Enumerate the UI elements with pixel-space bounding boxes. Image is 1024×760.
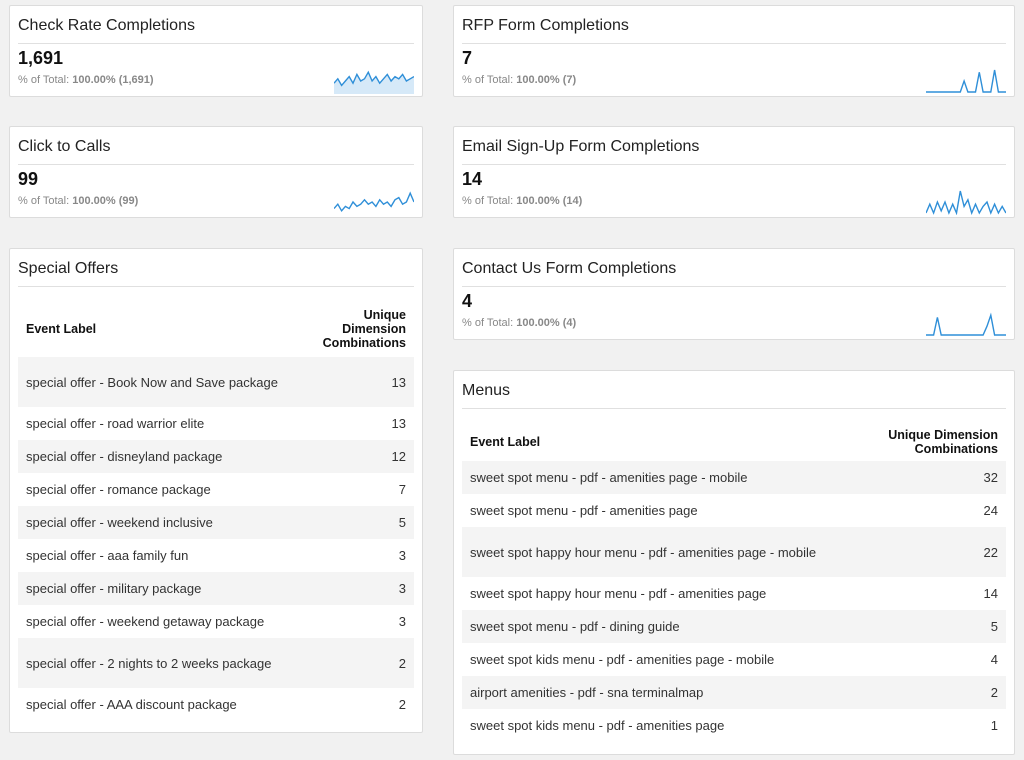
row-value: 7 — [398, 482, 406, 497]
metric-title: Click to Calls — [18, 137, 414, 165]
row-event-label: sweet spot menu - pdf - amenities page -… — [462, 461, 860, 494]
metric-value: 99 — [18, 169, 39, 189]
row-value: 13 — [308, 357, 414, 407]
metric-title: Check Rate Completions — [18, 16, 414, 44]
metric-title: RFP Form Completions — [462, 16, 1006, 44]
column-header-event-label[interactable]: Event Label — [462, 423, 860, 461]
row-value: 24 — [983, 503, 998, 518]
table-row[interactable]: sweet spot kids menu - pdf - amenities p… — [462, 643, 1006, 676]
table-row[interactable]: sweet spot happy hour menu - pdf - ameni… — [462, 527, 1006, 577]
row-event-label: special offer - road warrior elite — [26, 416, 205, 431]
table-row[interactable]: special offer - Book Now and Save packag… — [18, 357, 414, 407]
metric-card-email-signup[interactable]: Email Sign-Up Form Completions 14 % of T… — [453, 126, 1015, 218]
table-row[interactable]: special offer - disneyland package 12 — [18, 440, 414, 473]
row-event-label: special offer - Book Now and Save packag… — [18, 357, 308, 407]
metric-title: Contact Us Form Completions — [462, 259, 1006, 287]
metric-total: % of Total: 100.00% (4) — [462, 317, 577, 329]
row-event-label: special offer - aaa family fun — [26, 548, 189, 563]
row-event-label: sweet spot menu - pdf - dining guide — [462, 610, 860, 643]
table-row[interactable]: special offer - road warrior elite 13 — [18, 407, 414, 440]
sparkline-line — [926, 312, 1006, 336]
row-event-label: special offer - AAA discount package — [26, 697, 237, 712]
table-row[interactable]: sweet spot menu - pdf - amenities page 24 — [462, 494, 1006, 527]
table-row[interactable]: airport amenities - pdf - sna terminalma… — [462, 676, 1006, 709]
table-row[interactable]: special offer - weekend inclusive 5 — [18, 506, 414, 539]
table-row[interactable]: special offer - weekend getaway package 3 — [18, 605, 414, 638]
table-row[interactable]: sweet spot menu - pdf - dining guide 5 — [462, 610, 1006, 643]
metric-title: Email Sign-Up Form Completions — [462, 137, 1006, 165]
sparkline — [334, 70, 414, 94]
row-value: 13 — [391, 416, 406, 431]
metric-value: 14 — [462, 169, 483, 189]
column-header-unique-dimension-combinations[interactable]: Unique Dimension Combinations — [860, 423, 1006, 461]
row-event-label: airport amenities - pdf - sna terminalma… — [462, 676, 860, 709]
row-event-label: special offer - weekend getaway package — [26, 614, 265, 629]
metric-card-click-to-calls[interactable]: Click to Calls 99 % of Total: 100.00% (9… — [9, 126, 423, 218]
table-row[interactable]: special offer - AAA discount package 2 — [18, 688, 414, 721]
sparkline — [926, 190, 1006, 215]
row-value: 32 — [860, 461, 1006, 494]
sparkline — [926, 312, 1006, 336]
sparkline-line — [926, 190, 1006, 215]
table-row[interactable]: sweet spot kids menu - pdf - amenities p… — [462, 709, 1006, 742]
table-row[interactable]: special offer - romance package 7 — [18, 473, 414, 506]
row-event-label: sweet spot menu - pdf - amenities page — [470, 503, 698, 518]
table-row[interactable]: sweet spot menu - pdf - amenities page -… — [462, 461, 1006, 494]
column-header-unique-dimension-combinations[interactable]: Unique Dimension Combinations — [308, 301, 414, 357]
row-value: 12 — [308, 440, 414, 473]
table-row[interactable]: sweet spot happy hour menu - pdf - ameni… — [462, 577, 1006, 610]
metric-card-rfp-form[interactable]: RFP Form Completions 7 % of Total: 100.0… — [453, 5, 1015, 97]
row-value: 14 — [983, 586, 998, 601]
row-event-label: special offer - 2 nights to 2 weeks pack… — [18, 638, 308, 688]
row-value: 3 — [398, 614, 406, 629]
row-value: 3 — [398, 548, 406, 563]
table-row[interactable]: special offer - military package 3 — [18, 572, 414, 605]
metric-value: 7 — [462, 48, 473, 68]
sparkline — [334, 191, 414, 213]
special-offers-card: Special Offers Event Label Unique Dimens… — [9, 248, 423, 733]
column-header-event-label[interactable]: Event Label — [18, 301, 308, 357]
row-value: 22 — [860, 527, 1006, 577]
row-event-label: special offer - romance package — [26, 482, 211, 497]
metric-value: 4 — [462, 291, 473, 311]
row-event-label: sweet spot happy hour menu - pdf - ameni… — [462, 527, 860, 577]
row-event-label: special offer - weekend inclusive — [18, 506, 308, 539]
row-value: 1 — [990, 718, 998, 733]
row-value: 5 — [308, 506, 414, 539]
special-offers-table: Event Label Unique Dimension Combination… — [18, 301, 414, 721]
metric-card-check-rate[interactable]: Check Rate Completions 1,691 % of Total:… — [9, 5, 423, 97]
menus-table: Event Label Unique Dimension Combination… — [462, 423, 1006, 742]
metric-total: % of Total: 100.00% (7) — [462, 74, 577, 86]
row-value: 2 — [398, 697, 406, 712]
table-title: Special Offers — [18, 259, 414, 287]
sparkline-line — [334, 191, 414, 213]
metric-total: % of Total: 100.00% (1,691) — [18, 74, 154, 86]
metric-total: % of Total: 100.00% (99) — [18, 195, 139, 207]
row-event-label: sweet spot kids menu - pdf - amenities p… — [470, 718, 725, 733]
row-event-label: special offer - military package — [18, 572, 308, 605]
row-event-label: sweet spot kids menu - pdf - amenities p… — [470, 652, 775, 667]
row-event-label: special offer - disneyland package — [18, 440, 308, 473]
table-row[interactable]: special offer - 2 nights to 2 weeks pack… — [18, 638, 414, 688]
row-event-label: sweet spot happy hour menu - pdf - ameni… — [470, 586, 767, 601]
sparkline — [926, 69, 1006, 93]
table-title: Menus — [462, 381, 1006, 409]
metric-card-contact-us[interactable]: Contact Us Form Completions 4 % of Total… — [453, 248, 1015, 340]
table-row[interactable]: special offer - aaa family fun 3 — [18, 539, 414, 572]
menus-card: Menus Event Label Unique Dimension Combi… — [453, 370, 1015, 755]
row-value: 2 — [860, 676, 1006, 709]
row-value: 5 — [860, 610, 1006, 643]
metric-total: % of Total: 100.00% (14) — [462, 195, 583, 207]
row-value: 2 — [308, 638, 414, 688]
row-value: 3 — [308, 572, 414, 605]
metric-value: 1,691 — [18, 48, 64, 68]
sparkline-line — [926, 69, 1006, 93]
row-value: 4 — [990, 652, 998, 667]
